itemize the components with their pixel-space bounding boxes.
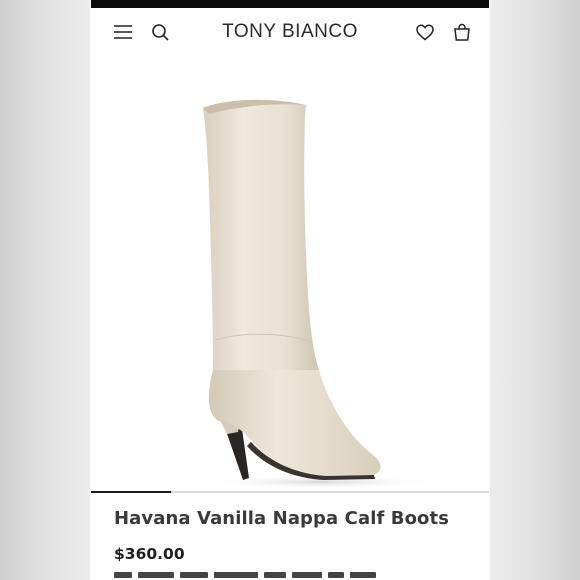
image-carousel-indicator [91, 491, 489, 493]
product-image[interactable] [91, 70, 489, 490]
shopping-bag-icon[interactable] [450, 20, 474, 44]
heart-icon[interactable] [413, 20, 437, 44]
product-title: Havana Vanilla Nappa Calf Boots [114, 508, 450, 529]
product-page: TONY BIANCO Havana Vanilla Nappa Calf Bo… [91, 0, 489, 580]
carousel-progress [91, 491, 171, 493]
boot-illustration [201, 99, 441, 489]
status-bar [91, 0, 489, 8]
site-header: TONY BIANCO [91, 8, 489, 58]
installment-info-line [114, 572, 454, 580]
product-price: $360.00 [114, 545, 185, 563]
